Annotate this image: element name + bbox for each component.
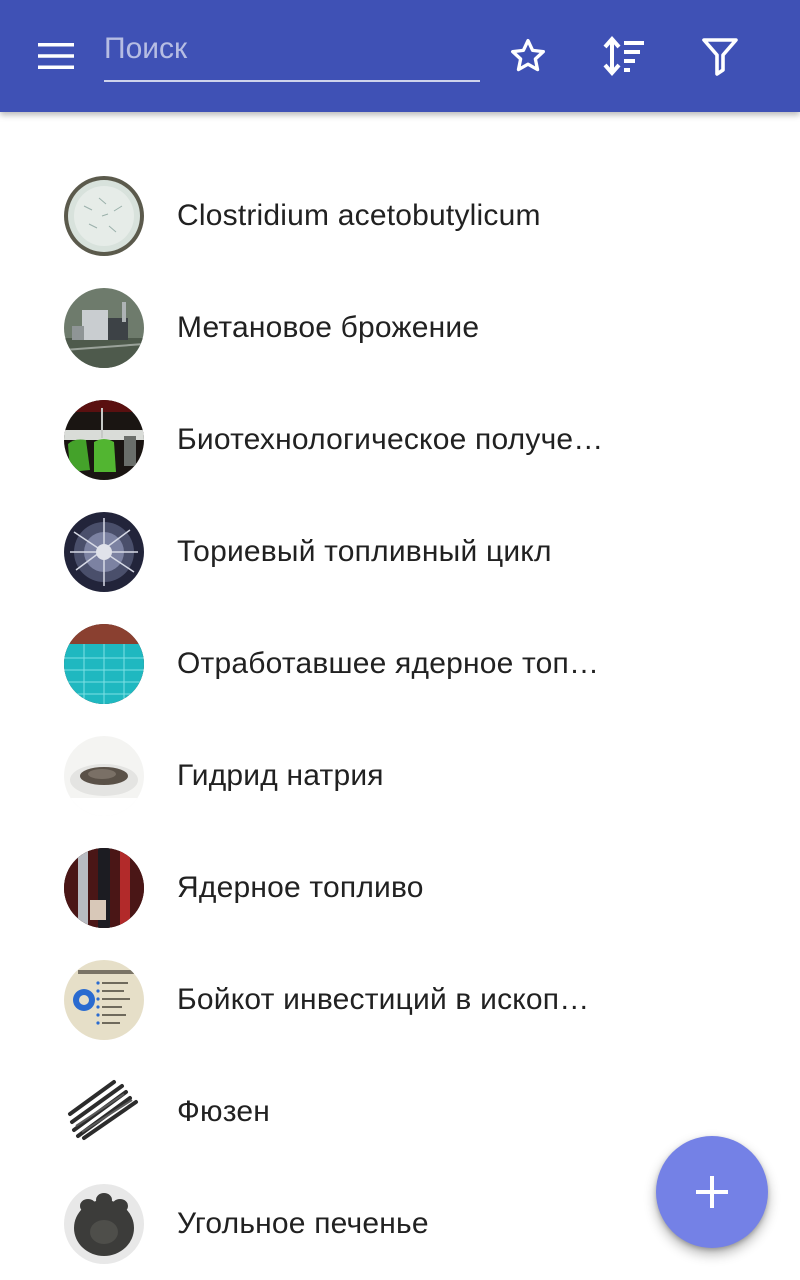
- star-outline-icon: [511, 38, 545, 72]
- item-title: Clostridium acetobutylicum: [177, 199, 541, 232]
- item-thumbnail: [64, 400, 144, 480]
- item-thumbnail: [64, 512, 144, 592]
- search-field: [104, 24, 480, 82]
- menu-icon: [38, 43, 74, 69]
- item-title: Угольное печенье: [177, 1207, 429, 1240]
- item-title: Биотехнологическое получе…: [177, 423, 604, 456]
- sort-icon: [603, 35, 644, 77]
- item-title: Ядерное топливо: [177, 871, 424, 904]
- list-item[interactable]: Биотехнологическое получе…: [0, 384, 800, 496]
- filter-icon: [702, 38, 738, 76]
- filter-button[interactable]: [692, 28, 748, 84]
- favorites-button[interactable]: [500, 28, 556, 84]
- item-thumbnail: [64, 1072, 144, 1152]
- item-thumbnail: [64, 176, 144, 256]
- item-thumbnail: [64, 288, 144, 368]
- list-item[interactable]: Ядерное топливо: [0, 832, 800, 944]
- item-title: Бойкот инвестиций в ископ…: [177, 983, 590, 1016]
- list-item[interactable]: Clostridium acetobutylicum: [0, 160, 800, 272]
- list-item[interactable]: Бойкот инвестиций в ископ…: [0, 944, 800, 1056]
- add-button[interactable]: [656, 1136, 768, 1248]
- item-thumbnail: [64, 624, 144, 704]
- item-thumbnail: [64, 960, 144, 1040]
- search-input[interactable]: [104, 24, 480, 74]
- item-title: Фюзен: [177, 1095, 270, 1128]
- menu-button[interactable]: [28, 32, 84, 80]
- app-root: Clostridium acetobutylicum Метановое бро…: [0, 0, 800, 1280]
- item-thumbnail: [64, 1184, 144, 1264]
- sort-button[interactable]: [596, 28, 652, 84]
- app-bar: [0, 0, 800, 112]
- add-icon: [696, 1176, 728, 1208]
- item-title: Ториевый топливный цикл: [177, 535, 552, 568]
- item-title: Метановое брожение: [177, 311, 480, 344]
- list-item[interactable]: Метановое брожение: [0, 272, 800, 384]
- list-item[interactable]: Ториевый топливный цикл: [0, 496, 800, 608]
- item-thumbnail: [64, 848, 144, 928]
- list-item[interactable]: Отработавшее ядерное топ…: [0, 608, 800, 720]
- item-title: Отработавшее ядерное топ…: [177, 647, 600, 680]
- item-title: Гидрид натрия: [177, 759, 384, 792]
- item-thumbnail: [64, 736, 144, 816]
- article-list: Clostridium acetobutylicum Метановое бро…: [0, 160, 800, 1280]
- list-item[interactable]: Гидрид натрия: [0, 720, 800, 832]
